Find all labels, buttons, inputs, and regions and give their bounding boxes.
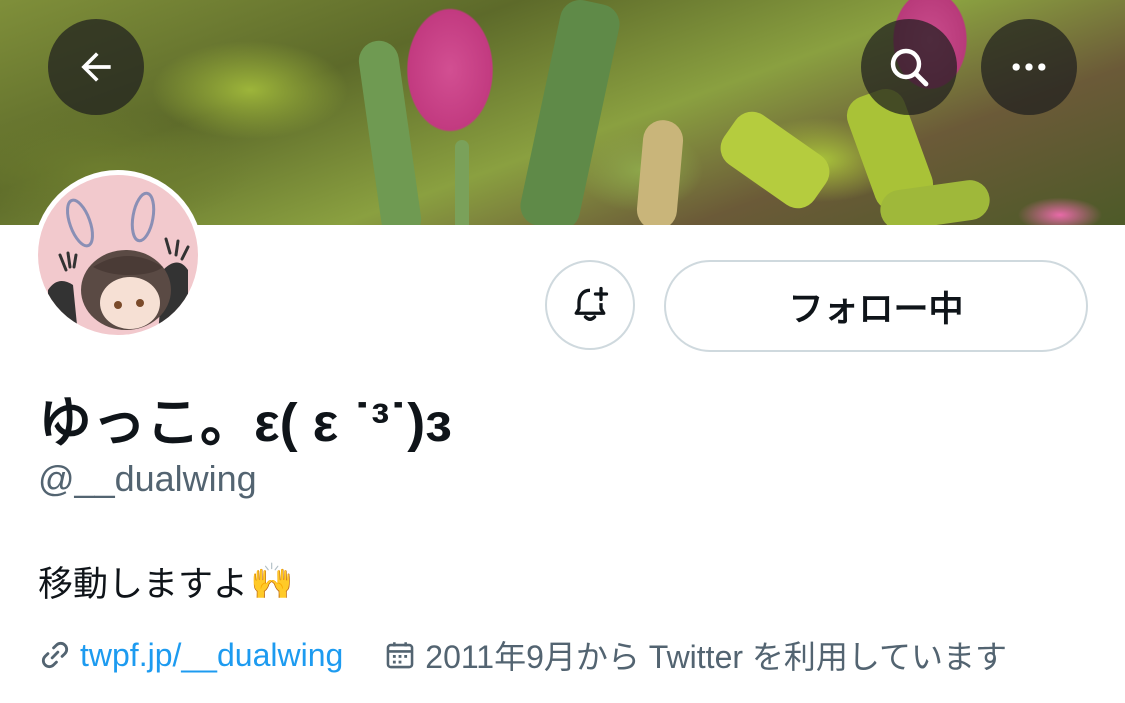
profile-bio: 移動しますよ 🙌 xyxy=(38,556,294,607)
website-link[interactable]: twpf.jp/__dualwing xyxy=(80,637,343,674)
link-icon xyxy=(38,638,72,672)
more-horizontal-icon xyxy=(1012,63,1046,71)
back-button[interactable] xyxy=(48,19,144,115)
user-handle: @__dualwing xyxy=(38,458,257,499)
notify-button[interactable] xyxy=(545,260,635,350)
arrow-left-icon xyxy=(81,52,111,82)
bio-text: 移動しますよ xyxy=(38,565,249,604)
banner-stem xyxy=(455,140,469,225)
avatar-image xyxy=(38,175,198,335)
more-button[interactable] xyxy=(981,19,1077,115)
banner-leaf xyxy=(356,38,424,225)
avatar-illustration xyxy=(48,191,190,335)
profile-meta: twpf.jp/__dualwing 2011年9月から Twitter を利用… xyxy=(38,632,1007,678)
banner-leaf xyxy=(516,0,624,225)
search-icon xyxy=(890,48,929,87)
calendar-icon xyxy=(383,638,417,672)
profile-avatar[interactable] xyxy=(33,170,203,340)
join-date: 2011年9月から Twitter を利用しています xyxy=(425,639,1007,675)
display-name: ゆっこ。ε( ε ˙³˙)з xyxy=(38,393,453,453)
banner-bud xyxy=(635,118,685,225)
raising-hands-emoji: 🙌 xyxy=(250,562,294,601)
search-button[interactable] xyxy=(861,19,957,115)
following-button-label: フォロー中 xyxy=(788,289,964,329)
bell-plus-icon xyxy=(574,286,609,321)
banner-leaf xyxy=(712,103,838,217)
following-button[interactable]: フォロー中 xyxy=(664,260,1088,352)
